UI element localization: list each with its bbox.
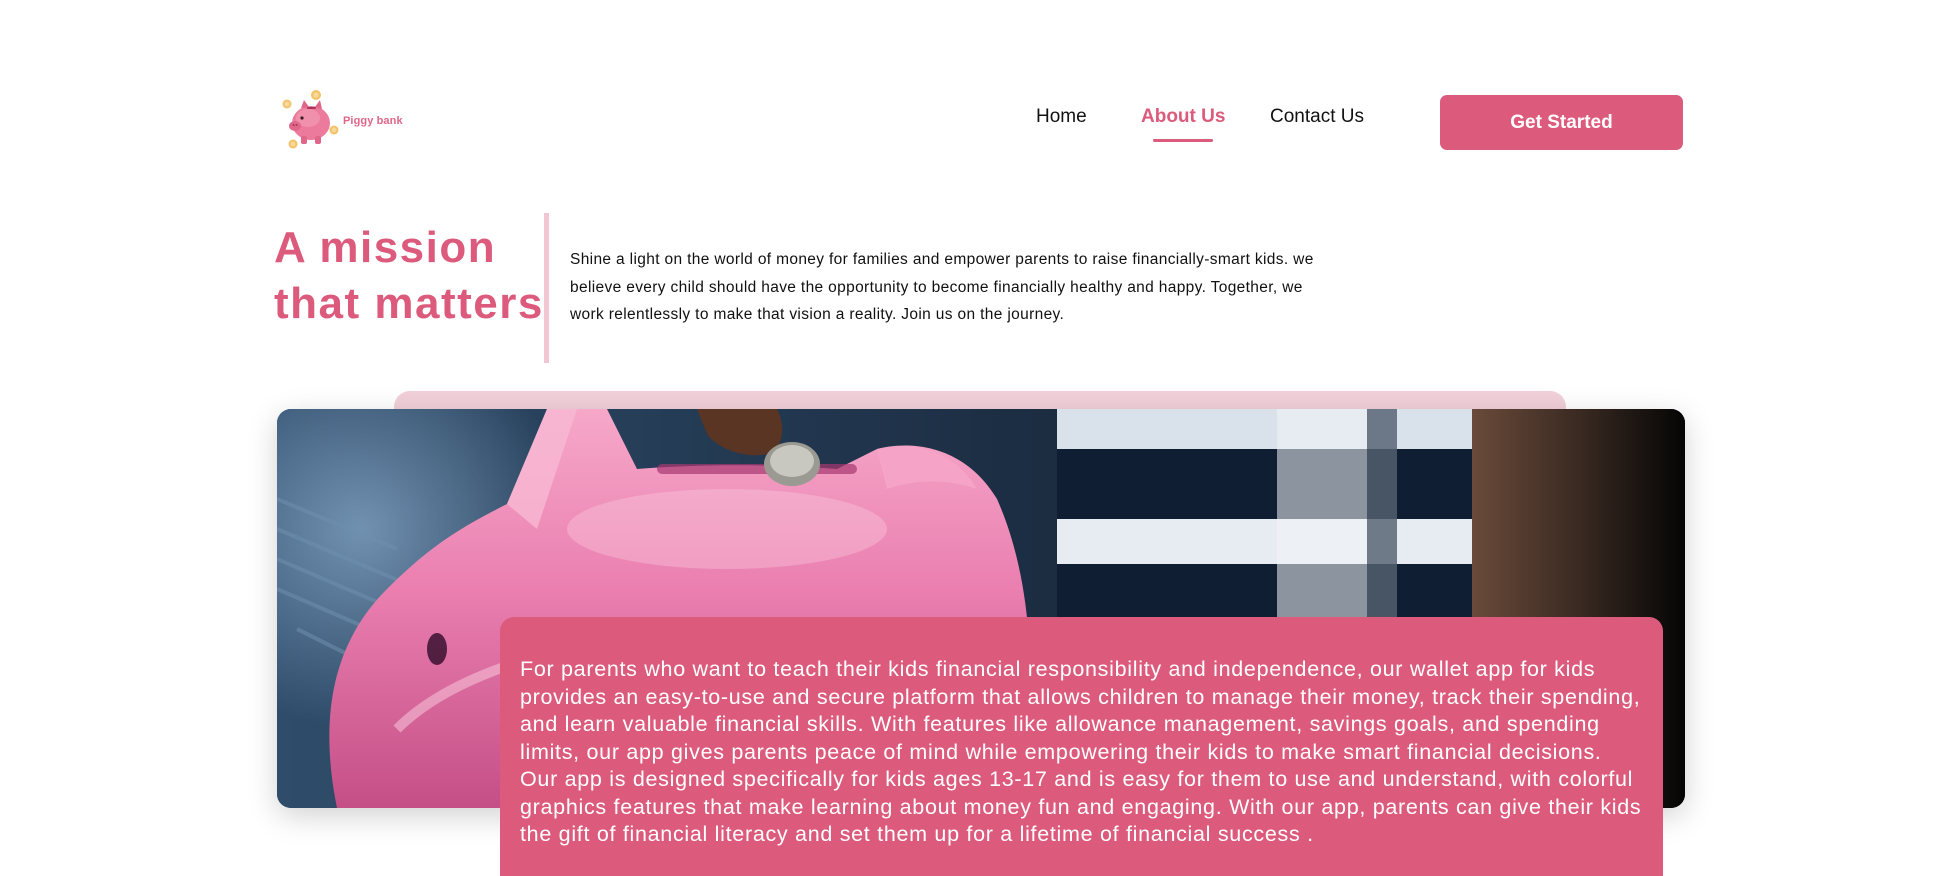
mission-heading-line-1: A mission — [274, 223, 497, 272]
nav-link-contact-us[interactable]: Contact Us — [1270, 106, 1364, 128]
nav-link-about-us[interactable]: About Us — [1141, 106, 1225, 128]
about-page: Piggy bank Home About Us Contact Us Get … — [0, 0, 1958, 876]
nav-link-home[interactable]: Home — [1036, 106, 1087, 128]
about-description-card: For parents who want to teach their kids… — [500, 617, 1663, 876]
brand-logo[interactable]: Piggy bank — [275, 88, 415, 154]
brand-name: Piggy bank — [343, 115, 403, 127]
mission-heading-line-2: that matters — [274, 279, 544, 328]
piggy-bank-with-coins-icon — [282, 90, 339, 149]
get-started-button[interactable]: Get Started — [1440, 95, 1683, 150]
about-description-text: For parents who want to teach their kids… — [520, 657, 1642, 846]
mission-heading: A mission that matters — [274, 220, 544, 332]
active-nav-indicator — [1153, 139, 1213, 142]
mission-statement: Shine a light on the world of money for … — [570, 251, 1314, 323]
mission-divider — [544, 213, 549, 363]
